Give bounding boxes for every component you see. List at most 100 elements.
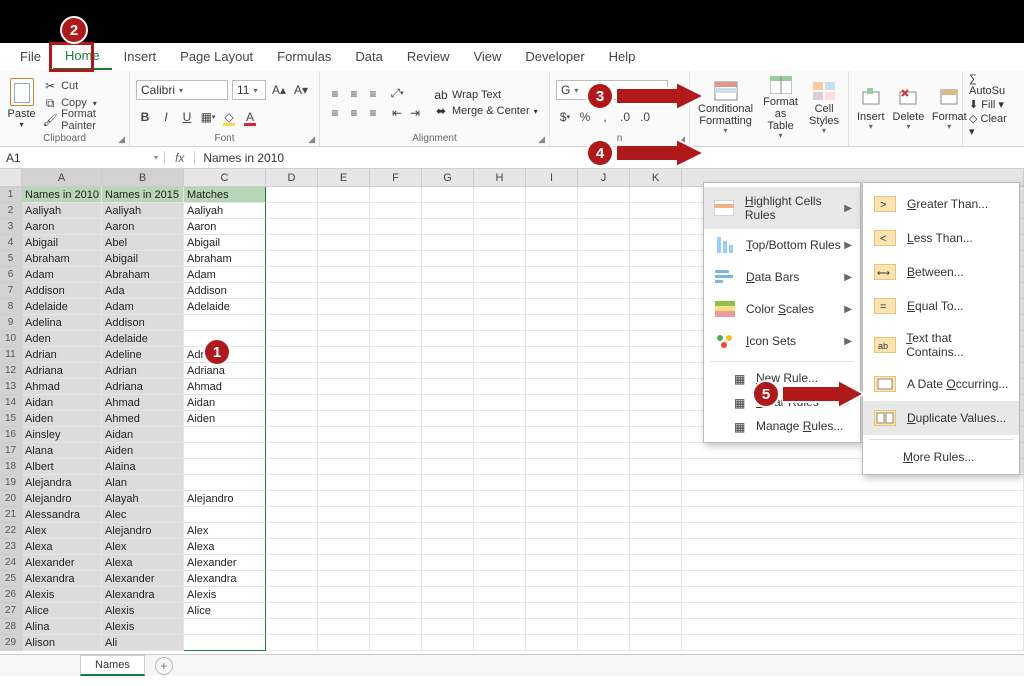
cell[interactable] [370,507,422,523]
insert-cells-button[interactable]: Insert▾ [855,80,887,138]
cell[interactable] [266,427,318,443]
add-sheet-button[interactable]: + [155,657,173,675]
cell[interactable] [370,443,422,459]
orientation-button[interactable]: ⤢▾ [388,84,406,102]
cell[interactable] [526,459,578,475]
cell[interactable] [474,203,526,219]
cell[interactable] [526,315,578,331]
cell[interactable] [266,235,318,251]
merge-center-button[interactable]: ⬌Merge & Center▾ [434,104,538,118]
cell[interactable] [266,347,318,363]
cell[interactable] [184,459,266,475]
cell[interactable] [266,219,318,235]
cell[interactable] [630,187,682,203]
cell[interactable] [266,635,318,651]
cell[interactable]: Aidan [22,395,102,411]
highlight-cells-rules-item[interactable]: Highlight Cells Rules▶ [704,187,860,229]
cell[interactable]: Adelaide [102,331,184,347]
cell[interactable] [266,411,318,427]
cell[interactable] [474,315,526,331]
cell[interactable] [318,299,370,315]
cell[interactable] [318,571,370,587]
cell[interactable] [370,571,422,587]
cell[interactable] [526,219,578,235]
cell[interactable] [266,491,318,507]
cell[interactable] [318,395,370,411]
cell[interactable] [578,475,630,491]
cell[interactable] [630,491,682,507]
cell[interactable] [370,555,422,571]
cell[interactable] [422,379,474,395]
cell[interactable] [630,347,682,363]
cell[interactable] [630,555,682,571]
cell[interactable] [578,571,630,587]
cell[interactable] [318,315,370,331]
cell[interactable] [630,427,682,443]
percent-button[interactable]: % [576,108,594,126]
cell[interactable] [630,523,682,539]
cell[interactable]: Alexandra [22,571,102,587]
italic-button[interactable]: I [157,108,175,126]
cell[interactable] [370,635,422,651]
cell[interactable] [578,619,630,635]
cell[interactable]: Alexis [102,619,184,635]
column-header-I[interactable]: I [526,169,578,186]
cell[interactable]: Aiden [184,411,266,427]
cell[interactable]: Aaliyah [184,203,266,219]
cell[interactable] [370,619,422,635]
cell[interactable] [370,459,422,475]
cell[interactable]: Addison [184,283,266,299]
cell[interactable] [318,459,370,475]
cell[interactable] [630,571,682,587]
cell[interactable]: Adriana [184,363,266,379]
cell[interactable]: Alejandro [184,491,266,507]
fill-button[interactable]: ⬇ Fill ▾ [969,98,1004,111]
cell[interactable]: Alina [22,619,102,635]
cell[interactable] [318,347,370,363]
cell[interactable] [630,443,682,459]
cell[interactable] [422,331,474,347]
row-header[interactable]: 25 [0,571,22,587]
cell[interactable] [526,571,578,587]
cell[interactable] [266,283,318,299]
cell[interactable] [578,555,630,571]
column-header-D[interactable]: D [266,169,318,186]
cut-button[interactable]: ✂Cut [41,78,123,94]
cell[interactable] [526,251,578,267]
icon-sets-item[interactable]: Icon Sets▶ [704,325,860,357]
borders-button[interactable]: ▦▾ [199,108,217,126]
cell[interactable] [526,411,578,427]
column-header-H[interactable]: H [474,169,526,186]
cell[interactable] [578,267,630,283]
row-header[interactable]: 20 [0,491,22,507]
align-center-button[interactable]: ≡ [345,104,363,122]
cell[interactable] [474,619,526,635]
delete-cells-button[interactable]: Delete▾ [891,80,927,138]
row-header[interactable]: 1 [0,187,22,203]
color-scales-item[interactable]: Color Scales▶ [704,293,860,325]
cell[interactable] [422,427,474,443]
cell[interactable] [318,603,370,619]
cell[interactable] [422,635,474,651]
cell[interactable] [184,475,266,491]
equal-to-item[interactable]: =Equal To... [863,289,1019,323]
cell[interactable] [422,619,474,635]
cell[interactable]: Aidan [102,427,184,443]
cell[interactable] [266,603,318,619]
format-as-table-button[interactable]: Format as Table▾ [759,80,802,138]
row-header[interactable]: 10 [0,331,22,347]
cell[interactable] [318,443,370,459]
cell[interactable] [370,283,422,299]
row-header[interactable]: 15 [0,411,22,427]
cell[interactable]: Abigail [184,235,266,251]
row-header[interactable]: 8 [0,299,22,315]
cell[interactable]: Abraham [102,267,184,283]
cell[interactable]: Abraham [22,251,102,267]
cell[interactable] [630,507,682,523]
cell[interactable] [474,459,526,475]
cell[interactable] [266,267,318,283]
cell[interactable] [370,331,422,347]
cell[interactable] [578,411,630,427]
align-left-button[interactable]: ≡ [326,104,344,122]
cell[interactable] [630,411,682,427]
